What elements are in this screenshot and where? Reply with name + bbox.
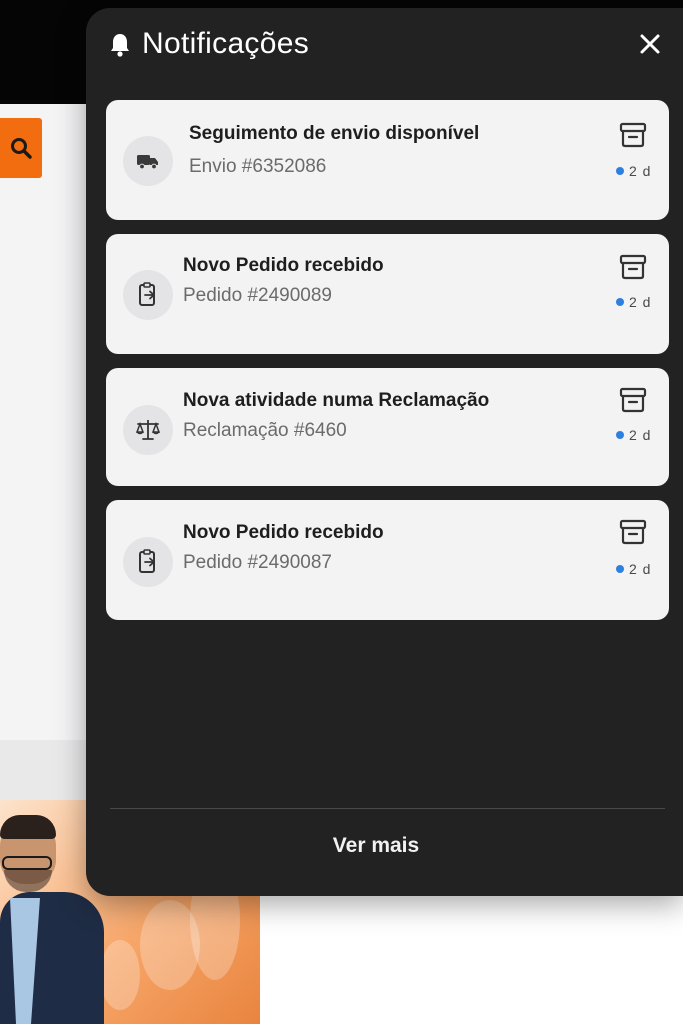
footer-divider <box>110 808 665 809</box>
truck-icon <box>137 155 158 170</box>
notification-card[interactable]: Novo Pedido recebido Pedido #2490089 2 d <box>106 234 669 354</box>
notification-time: 2 d <box>616 163 651 179</box>
close-icon[interactable] <box>636 30 664 58</box>
search-icon <box>11 138 32 159</box>
see-more-button[interactable]: Ver mais <box>86 834 666 858</box>
panel-header: Notificações <box>86 8 683 88</box>
notifications-panel: Notificações Seguimento de envio disponí… <box>86 8 683 896</box>
notification-title: Novo Pedido recebido <box>183 255 384 276</box>
scales-icon <box>135 420 161 440</box>
notification-icon-circle <box>123 537 173 587</box>
search-button[interactable] <box>0 118 42 178</box>
notification-time: 2 d <box>616 294 651 310</box>
notification-time: 2 d <box>616 427 651 443</box>
person-glasses <box>2 856 52 870</box>
archive-icon[interactable] <box>619 519 647 545</box>
archive-icon[interactable] <box>619 122 647 148</box>
notification-subtitle: Pedido #2490089 <box>183 285 332 306</box>
notification-subtitle: Reclamação #6460 <box>183 420 347 441</box>
notification-title: Novo Pedido recebido <box>183 522 384 543</box>
order-icon <box>139 282 155 306</box>
unread-dot <box>616 565 624 573</box>
order-icon <box>139 549 155 573</box>
notification-time: 2 d <box>616 561 651 577</box>
archive-icon[interactable] <box>619 387 647 413</box>
notification-card[interactable]: Nova atividade numa Reclamação Reclamaçã… <box>106 368 669 486</box>
notification-title: Seguimento de envio disponível <box>189 123 480 144</box>
unread-dot <box>616 298 624 306</box>
notification-subtitle: Envio #6352086 <box>189 156 327 177</box>
time-label: 2 d <box>629 163 652 179</box>
unread-dot <box>616 431 624 439</box>
notification-icon-circle <box>123 136 173 186</box>
unread-dot <box>616 167 624 175</box>
panel-title: Notificações <box>142 27 310 60</box>
bell-icon <box>111 34 129 57</box>
notification-icon-circle <box>123 405 173 455</box>
time-label: 2 d <box>629 427 652 443</box>
notification-subtitle: Pedido #2490087 <box>183 552 332 573</box>
person-hair <box>0 815 56 839</box>
notification-icon-circle <box>123 270 173 320</box>
archive-icon[interactable] <box>619 254 647 280</box>
time-label: 2 d <box>629 561 652 577</box>
time-label: 2 d <box>629 294 652 310</box>
notification-card[interactable]: Novo Pedido recebido Pedido #2490087 2 d <box>106 500 669 620</box>
notification-card[interactable]: Seguimento de envio disponível Envio #63… <box>106 100 669 220</box>
notification-title: Nova atividade numa Reclamação <box>183 390 490 411</box>
